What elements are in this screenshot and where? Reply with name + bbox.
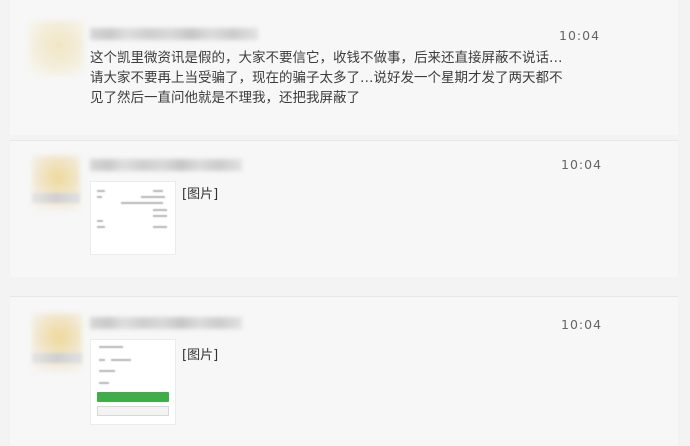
avatar[interactable] [28,20,84,76]
avatar[interactable] [32,313,82,373]
username-blurred [90,28,258,40]
username-blurred [90,159,242,171]
image-label: [图片] [182,348,219,363]
post-time: 10:04 [561,317,603,332]
avatar-blur-strip [32,193,80,203]
post-card[interactable]: 10:04 [图片] [10,296,678,446]
username-blurred [90,317,242,329]
image-thumbnail[interactable] [90,181,176,255]
post-message: 这个凯里微资讯是假的，大家不要信它，收钱不做事，后来还直接屏蔽不说话…请大家不要… [90,50,563,106]
post-card[interactable]: 10:04 这个凯里微资讯是假的，大家不要信它，收钱不做事，后来还直接屏蔽不说话… [10,0,678,135]
image-thumbnail[interactable] [90,339,176,425]
image-label: [图片] [182,187,219,202]
post-time: 10:04 [561,157,603,172]
post-card[interactable]: 10:04 [图片] [10,140,678,277]
thumbnail-green-button [97,392,169,402]
post-time: 10:04 [559,28,601,43]
thumbnail-white-button [97,406,169,416]
avatar-blur-strip [32,353,82,363]
